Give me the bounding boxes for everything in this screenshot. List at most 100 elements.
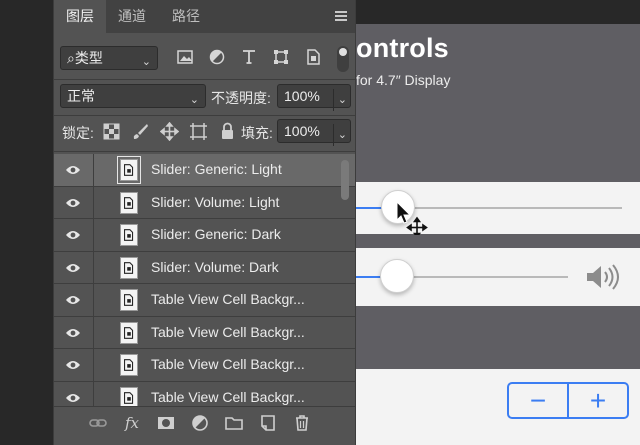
filter-toggle-knob: [339, 48, 347, 56]
layer-row[interactable]: Slider: Volume: Light: [54, 186, 355, 219]
divider: [54, 115, 355, 116]
trash-icon[interactable]: [292, 413, 312, 433]
smart-object-thumbnail-icon: [120, 289, 138, 311]
eye-separator: [93, 284, 94, 316]
layer-list: Slider: Generic: Light Slider: Volume: L…: [54, 154, 355, 406]
lock-all-icon[interactable]: [218, 122, 237, 141]
panel-footer: fx: [54, 406, 355, 438]
visibility-eye-icon[interactable]: [65, 197, 81, 209]
smart-object-filter-icon[interactable]: [304, 48, 322, 66]
lock-image-pixels-icon[interactable]: [131, 122, 150, 141]
layer-row[interactable]: Slider: Generic: Light: [54, 154, 355, 187]
layer-row[interactable]: Slider: Volume: Dark: [54, 251, 355, 284]
new-layer-icon[interactable]: [258, 413, 278, 433]
chevron-down-icon: ⌄: [141, 56, 151, 68]
layer-name: Table View Cell Backgr...: [151, 291, 305, 307]
layer-row[interactable]: Table View Cell Backgr...: [54, 316, 355, 349]
layer-name: Slider: Generic: Light: [151, 161, 282, 177]
tab-channels[interactable]: 通道: [106, 0, 158, 33]
document-canvas[interactable]: ontrols for 4.7″ Display − +: [356, 24, 640, 445]
layer-name: Table View Cell Backgr...: [151, 388, 305, 405]
layers-panel: 图层 通道 路径 ⌕类型 ⌄ 正常 ⌄ 不透明度: 100% ⌄ 锁定: 填充:…: [53, 0, 356, 445]
layer-list-scrollbar[interactable]: [341, 160, 349, 200]
adjustment-icon[interactable]: [190, 413, 210, 433]
tab-layers[interactable]: 图层: [54, 0, 106, 33]
fill-label: 填充:: [241, 125, 273, 141]
chevron-down-icon[interactable]: ⌄: [332, 124, 347, 146]
lock-position-icon[interactable]: [160, 122, 179, 141]
adjustment-filter-icon[interactable]: [208, 48, 226, 66]
visibility-eye-icon[interactable]: [65, 327, 81, 339]
shape-filter-icon[interactable]: [272, 48, 290, 66]
smart-object-thumbnail-icon: [117, 156, 141, 184]
filter-toggle[interactable]: [337, 46, 349, 72]
document-subtitle: for 4.7″ Display: [356, 72, 451, 88]
panel-menu-icon[interactable]: [335, 11, 347, 21]
layer-name: Slider: Volume: Light: [151, 193, 280, 210]
divider: [54, 79, 355, 80]
stepper-plus-button[interactable]: +: [567, 384, 627, 417]
opacity-label: 不透明度:: [211, 90, 271, 106]
eye-separator: [93, 251, 94, 283]
lock-icons: [102, 122, 237, 141]
footer-icons: fx: [88, 413, 312, 433]
volume-icon: [587, 264, 619, 290]
stepper-row: − +: [356, 369, 640, 445]
panel-tabbar: 图层 通道 路径: [54, 0, 355, 33]
tab-paths[interactable]: 路径: [160, 0, 212, 33]
cursor-move-icon: [396, 201, 428, 235]
slider-knob[interactable]: [380, 259, 414, 293]
lock-artboard-icon[interactable]: [189, 122, 208, 141]
visibility-eye-icon[interactable]: [65, 262, 81, 274]
smart-object-thumbnail-icon: [120, 354, 138, 376]
fill-field[interactable]: 100% ⌄: [277, 119, 351, 146]
image-filter-icon[interactable]: [176, 48, 194, 66]
stepper[interactable]: − +: [507, 382, 629, 419]
slider-generic-light[interactable]: [356, 182, 640, 235]
layer-row[interactable]: Slider: Generic: Dark: [54, 219, 355, 252]
type-filter-icon[interactable]: [240, 48, 258, 66]
layer-row[interactable]: Table View Cell Backgr...: [54, 349, 355, 382]
document-title: ontrols: [356, 33, 449, 63]
stepper-minus-button[interactable]: −: [509, 384, 567, 417]
visibility-eye-icon[interactable]: [65, 392, 81, 404]
layer-name: Table View Cell Backgr...: [151, 323, 305, 340]
layer-name: Table View Cell Backgr...: [151, 356, 305, 372]
visibility-eye-icon[interactable]: [65, 359, 81, 371]
layer-name: Slider: Generic: Dark: [151, 226, 281, 242]
lock-transparent-pixels-icon[interactable]: [102, 122, 121, 141]
visibility-eye-icon[interactable]: [65, 164, 81, 176]
visibility-eye-icon[interactable]: [65, 294, 81, 306]
eye-separator: [93, 219, 94, 251]
layer-filter-dropdown[interactable]: ⌕类型 ⌄: [60, 46, 158, 70]
fx-icon[interactable]: fx: [122, 413, 142, 433]
blend-mode-value: 正常: [67, 88, 95, 104]
layer-filter-label: ⌕类型: [67, 50, 103, 66]
layer-row[interactable]: Table View Cell Backgr...: [54, 381, 355, 406]
eye-separator: [93, 381, 94, 406]
eye-separator: [93, 316, 94, 348]
smart-object-thumbnail-icon: [120, 224, 138, 246]
visibility-eye-icon[interactable]: [65, 229, 81, 241]
lock-label: 锁定:: [62, 125, 94, 141]
chevron-down-icon: ⌄: [189, 94, 199, 106]
opacity-value: 100%: [284, 88, 320, 104]
mask-icon[interactable]: [156, 413, 176, 433]
layer-name: Slider: Volume: Dark: [151, 258, 279, 275]
blend-mode-dropdown[interactable]: 正常 ⌄: [60, 84, 206, 108]
opacity-field[interactable]: 100% ⌄: [277, 84, 351, 111]
link-icon[interactable]: [88, 413, 108, 433]
filter-icons: [176, 48, 322, 66]
fill-value: 100%: [284, 123, 320, 139]
folder-icon[interactable]: [224, 413, 244, 433]
smart-object-thumbnail-icon: [120, 386, 138, 406]
divider: [54, 151, 355, 152]
slider-max-track: [397, 276, 568, 278]
eye-separator: [93, 186, 94, 218]
slider-volume-light[interactable]: [356, 248, 640, 306]
layer-row[interactable]: Table View Cell Backgr...: [54, 284, 355, 317]
smart-object-thumbnail-icon: [120, 321, 138, 344]
chevron-down-icon[interactable]: ⌄: [332, 89, 347, 111]
eye-separator: [93, 154, 94, 186]
eye-separator: [93, 349, 94, 381]
